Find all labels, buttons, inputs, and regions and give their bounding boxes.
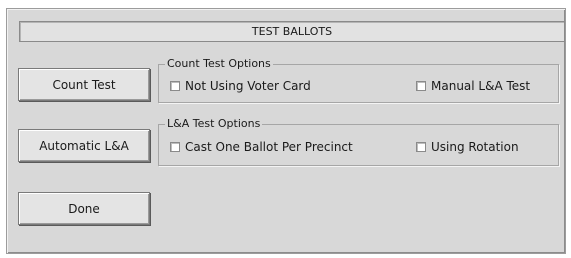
count-test-button[interactable]: Count Test <box>18 68 150 101</box>
using-rotation-label: Using Rotation <box>431 140 519 154</box>
dialog-title: TEST BALLOTS <box>19 21 565 42</box>
done-button[interactable]: Done <box>18 192 150 225</box>
not-using-voter-card-option[interactable]: Not Using Voter Card <box>170 79 311 93</box>
test-ballots-dialog: TEST BALLOTS Count Test Automatic L&A Do… <box>6 8 566 254</box>
count-test-options-group: Count Test Options Not Using Voter Card … <box>158 57 559 103</box>
not-using-voter-card-checkbox[interactable] <box>170 81 180 91</box>
manual-la-test-option[interactable]: Manual L&A Test <box>416 79 530 93</box>
automatic-la-button[interactable]: Automatic L&A <box>18 129 150 162</box>
count-test-options-legend: Count Test Options <box>165 57 273 71</box>
using-rotation-option[interactable]: Using Rotation <box>416 140 519 154</box>
la-test-options-legend: L&A Test Options <box>165 117 263 131</box>
la-test-options-group: L&A Test Options Cast One Ballot Per Pre… <box>158 117 559 166</box>
manual-la-test-checkbox[interactable] <box>416 81 426 91</box>
cast-one-ballot-label: Cast One Ballot Per Precinct <box>185 140 353 154</box>
cast-one-ballot-option[interactable]: Cast One Ballot Per Precinct <box>170 140 353 154</box>
using-rotation-checkbox[interactable] <box>416 142 426 152</box>
manual-la-test-label: Manual L&A Test <box>431 79 531 93</box>
not-using-voter-card-label: Not Using Voter Card <box>185 79 311 93</box>
cast-one-ballot-checkbox[interactable] <box>170 142 180 152</box>
